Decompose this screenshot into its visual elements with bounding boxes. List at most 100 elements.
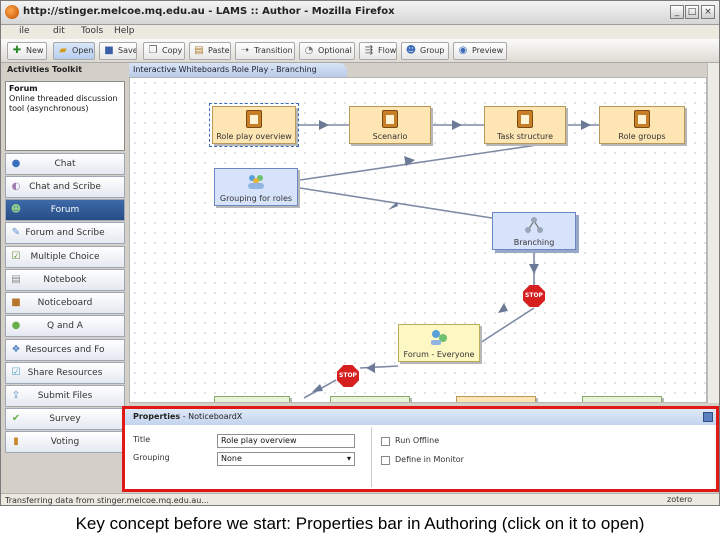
tool-share-resources[interactable]: ☑ Share Resources [5, 362, 125, 384]
group-icon: ☻ [405, 45, 417, 56]
menu-edit[interactable]: dit [53, 26, 65, 36]
forum-scribe-icon: ✎ [11, 227, 21, 238]
new-button[interactable]: ✚ New [7, 42, 47, 60]
info-title: Forum [9, 84, 38, 93]
tool-chat-and-scribe[interactable]: ◐ Chat and Scribe [5, 176, 125, 198]
open-icon: ▰ [59, 45, 67, 56]
sequence-title-tab: Interactive Whiteboards Role Play - Bran… [129, 63, 347, 77]
properties-label: Properties [133, 412, 181, 421]
activity-info-box: Forum Online threaded discussion tool (a… [5, 81, 125, 151]
share-resources-icon: ☑ [11, 367, 21, 378]
tool-submit-files[interactable]: ⇪ Submit Files [5, 385, 125, 407]
title-bar: http://stinger.melcoe.mq.edu.au - LAMS :… [1, 1, 719, 25]
minimize-button[interactable]: _ [670, 5, 684, 19]
noticeboard-icon [634, 110, 650, 128]
activity-partial[interactable] [582, 396, 662, 402]
activity-partial[interactable] [456, 396, 536, 402]
activity-scenario[interactable]: Scenario [349, 106, 431, 144]
preview-icon: ◉ [458, 45, 468, 56]
tool-forum[interactable]: ☻ Forum [5, 199, 125, 221]
group-button[interactable]: ☻ Group [401, 42, 449, 60]
menu-bar: ile dit Tools Help [1, 25, 719, 39]
toolkit-title: Activities Toolkit [7, 65, 83, 74]
properties-panel[interactable]: Properties - NoticeboardX Title Role pla… [122, 406, 719, 492]
flow-icon: ⇶ [364, 45, 374, 56]
status-bar: Transferring data from stinger.melcoe.mq… [1, 493, 719, 505]
menu-file[interactable]: ile [19, 26, 30, 36]
activity-forum-everyone[interactable]: Forum - Everyone [398, 324, 480, 362]
chat-scribe-icon: ◐ [11, 181, 21, 192]
paste-button[interactable]: ▤ Paste [189, 42, 231, 60]
resources-icon: ❖ [11, 344, 21, 355]
authoring-canvas[interactable]: Role play overview Scenario Task structu… [129, 77, 707, 403]
tool-voting[interactable]: ▮ Voting [5, 431, 125, 453]
save-icon: ■ [104, 45, 114, 56]
define-in-monitor-label: Define in Monitor [395, 455, 464, 464]
chat-icon: ● [11, 158, 21, 169]
canvas-scrollbar[interactable] [707, 63, 719, 403]
paste-icon: ▤ [194, 45, 204, 56]
submit-files-icon: ⇪ [11, 390, 21, 401]
tool-forum-and-scribe[interactable]: ✎ Forum and Scribe [5, 222, 125, 244]
activity-grouping-for-roles[interactable]: Grouping for roles [214, 168, 298, 206]
close-button[interactable]: × [701, 5, 715, 19]
copy-button[interactable]: ❐ Copy [143, 42, 185, 60]
noticeboard-icon [517, 110, 533, 128]
open-button[interactable]: ▰ Open [53, 42, 95, 60]
window-title: http://stinger.melcoe.mq.edu.au - LAMS :… [23, 6, 395, 17]
grouping-icon [248, 175, 264, 189]
forum-icon [431, 330, 447, 345]
notebook-icon: ▤ [11, 274, 21, 285]
properties-toggle-icon[interactable] [703, 412, 713, 422]
qa-icon: ● [11, 320, 21, 331]
run-offline-checkbox[interactable] [381, 437, 390, 446]
grouping-label: Grouping [133, 453, 170, 462]
author-toolbar: ✚ New ▰ Open ■ Save ❐ Copy ▤ Paste ➝ Transitio… [1, 39, 719, 63]
zotero-button[interactable]: zotero [667, 495, 692, 504]
menu-tools[interactable]: Tools [81, 26, 103, 36]
tool-multiple-choice[interactable]: ☑ Multiple Choice [5, 246, 125, 268]
activity-branching[interactable]: Branching [492, 212, 576, 250]
transition-icon: ➝ [240, 45, 250, 56]
transition-button[interactable]: ➝ Transition [235, 42, 295, 60]
multiple-choice-icon: ☑ [11, 251, 21, 262]
noticeboard-icon: ■ [11, 297, 21, 308]
maximize-button[interactable]: □ [685, 5, 699, 19]
new-icon: ✚ [12, 45, 22, 56]
activity-role-play-overview[interactable]: Role play overview [209, 103, 299, 147]
tool-noticeboard[interactable]: ■ Noticeboard [5, 292, 125, 314]
noticeboard-icon [382, 110, 398, 128]
properties-header[interactable]: Properties - NoticeboardX [125, 409, 716, 425]
tool-survey[interactable]: ✔ Survey [5, 408, 125, 430]
run-offline-label: Run Offline [395, 436, 440, 445]
menu-help[interactable]: Help [114, 26, 135, 36]
voting-icon: ▮ [13, 436, 19, 447]
divider [371, 427, 372, 487]
properties-activity-name: - NoticeboardX [180, 412, 243, 421]
forum-icon: ☻ [10, 204, 22, 215]
tool-notebook[interactable]: ▤ Notebook [5, 269, 125, 291]
flow-button[interactable]: ⇶ Flow [359, 42, 397, 60]
save-button[interactable]: ■ Save [99, 42, 137, 60]
activity-partial[interactable] [214, 396, 290, 402]
activity-role-groups[interactable]: Role groups [599, 106, 685, 144]
firefox-icon [5, 5, 19, 19]
tool-q-and-a[interactable]: ● Q and A [5, 315, 125, 337]
title-field[interactable]: Role play overview [217, 434, 355, 448]
browser-window: http://stinger.melcoe.mq.edu.au - LAMS :… [0, 0, 720, 506]
copy-icon: ❐ [148, 45, 158, 56]
activity-partial[interactable] [330, 396, 410, 402]
noticeboard-icon [246, 110, 262, 128]
slide-caption: Key concept before we start: Properties … [75, 514, 645, 533]
info-text: Online threaded discussion tool (asynchr… [9, 94, 118, 113]
optional-button[interactable]: ◔ Optional [299, 42, 355, 60]
title-label: Title [133, 435, 151, 444]
chevron-down-icon: ▾ [346, 454, 351, 463]
define-in-monitor-checkbox[interactable] [381, 456, 390, 465]
grouping-select[interactable]: None ▾ [217, 452, 355, 466]
activity-task-structure[interactable]: Task structure [484, 106, 566, 144]
branching-icon [525, 217, 543, 233]
preview-button[interactable]: ◉ Preview [453, 42, 507, 60]
tool-chat[interactable]: ● Chat [5, 153, 125, 175]
tool-resources-and-forum[interactable]: ❖ Resources and Fo [5, 339, 125, 361]
